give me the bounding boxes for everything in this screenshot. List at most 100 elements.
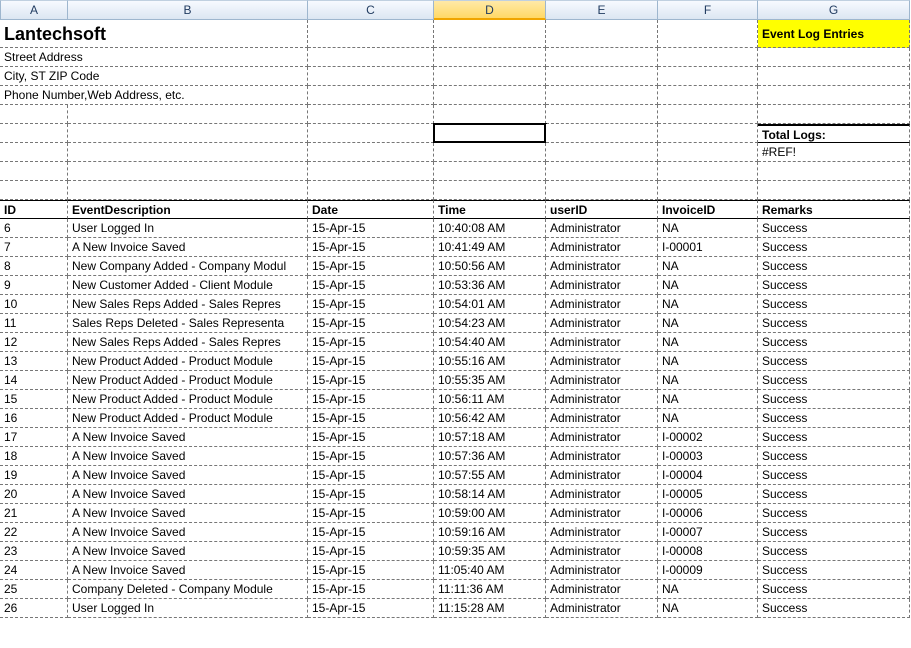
table-cell-desc[interactable]: User Logged In <box>68 599 308 618</box>
table-cell-remarks[interactable]: Success <box>758 561 910 580</box>
cell[interactable] <box>546 86 658 105</box>
table-cell-user[interactable]: Administrator <box>546 485 658 504</box>
table-cell-invoice[interactable]: I-00009 <box>658 561 758 580</box>
cell[interactable] <box>308 67 434 86</box>
cell[interactable] <box>758 105 910 124</box>
table-cell-remarks[interactable]: Success <box>758 428 910 447</box>
table-cell-date[interactable]: 15-Apr-15 <box>308 523 434 542</box>
table-cell-time[interactable]: 10:58:14 AM <box>434 485 546 504</box>
table-cell-date[interactable]: 15-Apr-15 <box>308 352 434 371</box>
table-cell-date[interactable]: 15-Apr-15 <box>308 428 434 447</box>
cell[interactable] <box>434 67 546 86</box>
table-cell-user[interactable]: Administrator <box>546 428 658 447</box>
table-cell-user[interactable]: Administrator <box>546 352 658 371</box>
table-cell-invoice[interactable]: NA <box>658 219 758 238</box>
table-cell-invoice[interactable]: I-00005 <box>658 485 758 504</box>
cell[interactable] <box>758 48 910 67</box>
table-cell-invoice[interactable]: I-00002 <box>658 428 758 447</box>
table-cell-time[interactable]: 10:56:11 AM <box>434 390 546 409</box>
table-cell-date[interactable]: 15-Apr-15 <box>308 485 434 504</box>
event-log-banner[interactable]: Event Log Entries <box>758 20 910 48</box>
cell[interactable] <box>434 20 546 48</box>
cell[interactable] <box>434 86 546 105</box>
cell[interactable] <box>546 105 658 124</box>
table-cell-date[interactable]: 15-Apr-15 <box>308 333 434 352</box>
table-cell-desc[interactable]: Sales Reps Deleted - Sales Representa <box>68 314 308 333</box>
table-cell-time[interactable]: 10:57:55 AM <box>434 466 546 485</box>
table-cell-time[interactable]: 10:40:08 AM <box>434 219 546 238</box>
table-cell-time[interactable]: 10:53:36 AM <box>434 276 546 295</box>
cell[interactable] <box>658 143 758 162</box>
table-cell-id[interactable]: 21 <box>0 504 68 523</box>
table-cell-time[interactable]: 10:59:16 AM <box>434 523 546 542</box>
table-cell-invoice[interactable]: I-00004 <box>658 466 758 485</box>
cell[interactable] <box>658 20 758 48</box>
table-cell-desc[interactable]: New Customer Added - Client Module <box>68 276 308 295</box>
total-logs-label[interactable]: Total Logs: <box>758 124 910 143</box>
column-header-d[interactable]: D <box>434 0 546 20</box>
cell[interactable] <box>758 67 910 86</box>
table-cell-date[interactable]: 15-Apr-15 <box>308 561 434 580</box>
table-header-id[interactable]: ID <box>0 200 68 219</box>
table-cell-id[interactable]: 16 <box>0 409 68 428</box>
table-cell-desc[interactable]: New Company Added - Company Modul <box>68 257 308 276</box>
cell[interactable] <box>308 105 434 124</box>
cell[interactable] <box>546 67 658 86</box>
table-cell-invoice[interactable]: I-00003 <box>658 447 758 466</box>
table-cell-remarks[interactable]: Success <box>758 542 910 561</box>
table-cell-date[interactable]: 15-Apr-15 <box>308 257 434 276</box>
table-cell-id[interactable]: 19 <box>0 466 68 485</box>
table-cell-remarks[interactable]: Success <box>758 409 910 428</box>
cell[interactable] <box>68 105 308 124</box>
spreadsheet-grid[interactable]: ABCDEFGLantechsoftEvent Log EntriesStree… <box>0 0 911 618</box>
table-cell-id[interactable]: 26 <box>0 599 68 618</box>
cell[interactable] <box>308 162 434 181</box>
cell[interactable] <box>546 143 658 162</box>
table-cell-remarks[interactable]: Success <box>758 523 910 542</box>
table-cell-date[interactable]: 15-Apr-15 <box>308 314 434 333</box>
table-cell-invoice[interactable]: NA <box>658 390 758 409</box>
table-cell-desc[interactable]: Company Deleted - Company Module <box>68 580 308 599</box>
cell[interactable] <box>758 86 910 105</box>
table-cell-desc[interactable]: A New Invoice Saved <box>68 485 308 504</box>
table-cell-remarks[interactable]: Success <box>758 447 910 466</box>
table-cell-invoice[interactable]: NA <box>658 276 758 295</box>
cell[interactable] <box>0 162 68 181</box>
table-cell-time[interactable]: 11:15:28 AM <box>434 599 546 618</box>
table-cell-remarks[interactable]: Success <box>758 371 910 390</box>
column-header-e[interactable]: E <box>546 0 658 20</box>
table-cell-invoice[interactable]: NA <box>658 295 758 314</box>
table-cell-desc[interactable]: A New Invoice Saved <box>68 523 308 542</box>
table-cell-time[interactable]: 11:05:40 AM <box>434 561 546 580</box>
cell[interactable] <box>546 124 658 143</box>
table-cell-time[interactable]: 10:57:18 AM <box>434 428 546 447</box>
column-header-f[interactable]: F <box>658 0 758 20</box>
cell[interactable] <box>308 181 434 200</box>
table-cell-user[interactable]: Administrator <box>546 390 658 409</box>
table-cell-desc[interactable]: New Sales Reps Added - Sales Repres <box>68 333 308 352</box>
table-cell-user[interactable]: Administrator <box>546 371 658 390</box>
table-cell-id[interactable]: 20 <box>0 485 68 504</box>
table-cell-invoice[interactable]: I-00001 <box>658 238 758 257</box>
table-cell-time[interactable]: 10:54:23 AM <box>434 314 546 333</box>
table-cell-remarks[interactable]: Success <box>758 599 910 618</box>
table-cell-id[interactable]: 24 <box>0 561 68 580</box>
table-cell-desc[interactable]: A New Invoice Saved <box>68 447 308 466</box>
table-cell-user[interactable]: Administrator <box>546 466 658 485</box>
cell[interactable] <box>658 86 758 105</box>
table-cell-user[interactable]: Administrator <box>546 561 658 580</box>
company-contact[interactable]: Phone Number,Web Address, etc. <box>0 86 308 105</box>
table-cell-user[interactable]: Administrator <box>546 447 658 466</box>
table-cell-remarks[interactable]: Success <box>758 314 910 333</box>
cell[interactable] <box>0 105 68 124</box>
cell[interactable] <box>658 162 758 181</box>
table-cell-date[interactable]: 15-Apr-15 <box>308 276 434 295</box>
table-cell-desc[interactable]: New Product Added - Product Module <box>68 390 308 409</box>
table-cell-time[interactable]: 10:55:16 AM <box>434 352 546 371</box>
cell[interactable] <box>68 181 308 200</box>
table-cell-user[interactable]: Administrator <box>546 295 658 314</box>
company-name[interactable]: Lantechsoft <box>0 20 308 48</box>
table-cell-remarks[interactable]: Success <box>758 390 910 409</box>
table-cell-user[interactable]: Administrator <box>546 580 658 599</box>
table-header-user[interactable]: userID <box>546 200 658 219</box>
